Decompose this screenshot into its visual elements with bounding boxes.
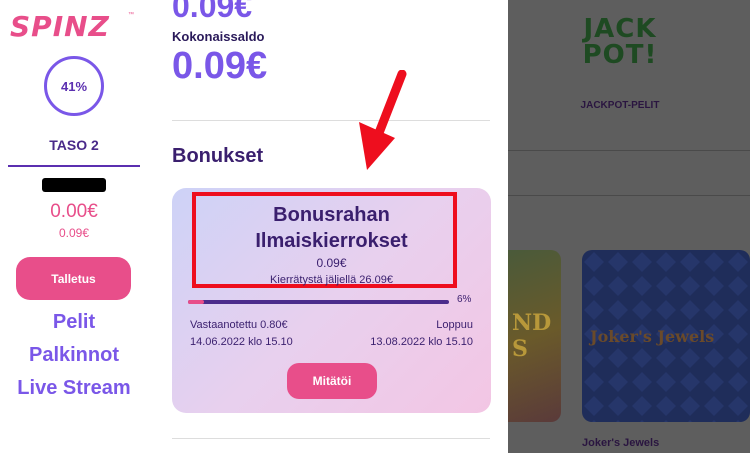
trademark-mark: ™ <box>128 12 134 18</box>
jackpot-logo-line2: POT! <box>582 40 658 70</box>
bonus-amount: 0.09€ <box>316 256 347 270</box>
redacted-username <box>42 178 106 192</box>
received-date: 14.06.2022 klo 15.10 <box>190 336 293 348</box>
ends-date: 13.08.2022 klo 15.10 <box>370 336 473 348</box>
balance-main: 0.00€ <box>50 201 98 222</box>
bonuses-title: Bonukset <box>172 145 264 167</box>
ends-label: Loppuu <box>436 319 473 331</box>
section-divider <box>172 120 490 121</box>
nav-rewards[interactable]: Palkinnot <box>0 344 148 367</box>
game-tile-partial-line1: ND <box>512 310 552 336</box>
level-label: TASO 2 <box>49 137 99 153</box>
deposit-button[interactable]: Talletus <box>16 257 131 300</box>
game-tile-partial[interactable]: ND S <box>508 250 561 422</box>
bonus-title-line2: Ilmaiskierrokset <box>255 230 408 252</box>
section-divider-bottom <box>172 438 490 439</box>
total-balance-label: Kokonaissaldo <box>172 29 265 44</box>
balance-drawer: 0.09€ Kokonaissaldo 0.09€ Bonukset Bonus… <box>154 0 508 453</box>
nav-games[interactable]: Pelit <box>0 311 148 334</box>
jackpot-games-label[interactable]: JACKPOT-PELIT <box>560 100 680 111</box>
background-game-lobby: JACK POT! JACKPOT-PELIT ND S Joker's Jew… <box>508 0 750 453</box>
nav-live-stream[interactable]: Live Stream <box>0 377 148 400</box>
level-progress-ring: 41% <box>44 56 104 116</box>
game-tile-title: Joker's Jewels <box>590 327 715 346</box>
game-tile-partial-title: ND S <box>512 310 551 362</box>
wager-progress-percent: 6% <box>457 294 472 305</box>
bonus-card: Bonusrahan Ilmaiskierrokset 0.09€ Kierrä… <box>172 188 491 413</box>
jackpot-logo-line1: JACK <box>583 14 657 44</box>
cancel-bonus-button[interactable]: Mitätöi <box>287 363 377 399</box>
game-tile-partial-line2: S <box>512 336 528 362</box>
game-label-jokers-jewels[interactable]: Joker's Jewels <box>582 437 659 449</box>
lobby-divider <box>508 150 750 151</box>
total-balance-value: 0.09€ <box>172 45 268 87</box>
wager-progress-fill <box>188 300 204 304</box>
spinz-logo[interactable]: SPINZ <box>10 10 110 43</box>
received-label: Vastaanotettu 0.80€ <box>190 319 288 331</box>
wager-remaining: Kierrätystä jäljellä 26.09€ <box>270 274 393 286</box>
bonus-title-line1: Bonusrahan <box>273 204 390 226</box>
lobby-divider <box>508 195 750 196</box>
game-tile-jokers-jewels[interactable]: Joker's Jewels <box>582 250 750 422</box>
level-progress-value: 41% <box>60 78 88 94</box>
previous-balance: 0.09€ <box>172 0 253 24</box>
wager-progress-bar <box>188 300 449 304</box>
annotation-arrow-icon <box>359 70 407 170</box>
jackpot-logo[interactable]: JACK POT! <box>565 16 675 68</box>
balance-sub: 0.09€ <box>58 226 90 240</box>
level-divider <box>8 165 140 167</box>
sidebar: SPINZ ™ 41% TASO 2 0.00€ 0.09€ Talletus … <box>0 0 154 453</box>
